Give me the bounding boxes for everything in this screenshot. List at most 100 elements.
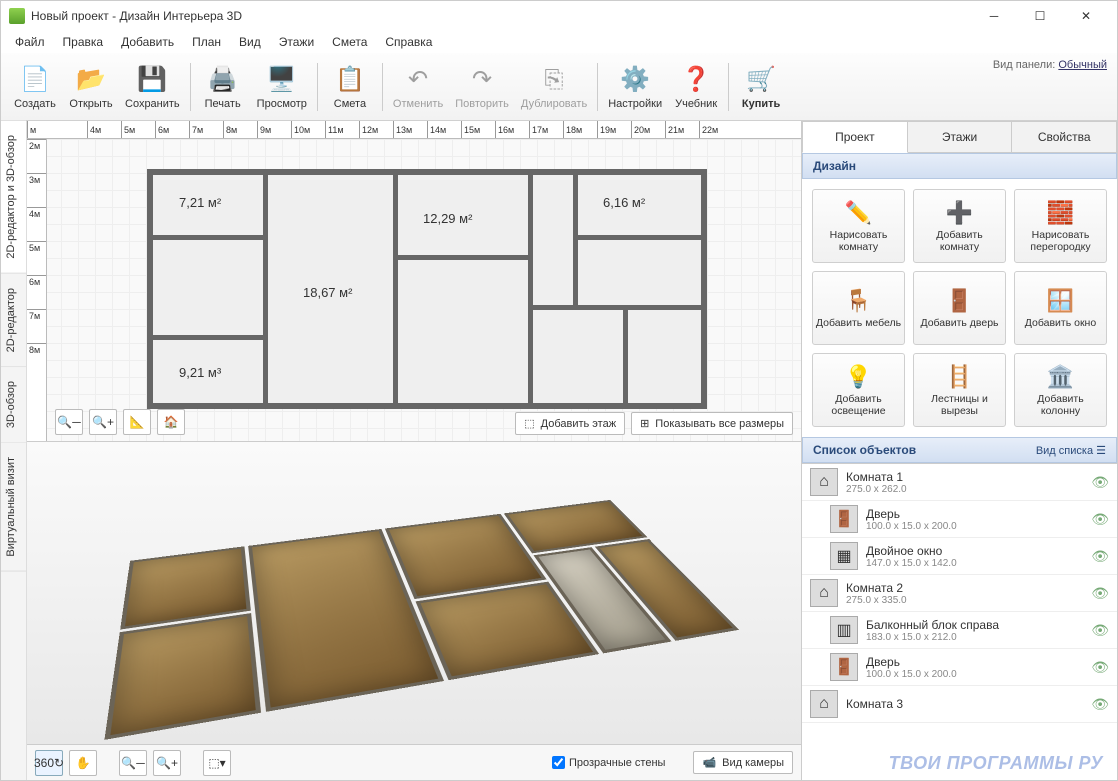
redo-icon: ↷: [466, 64, 498, 96]
settings-button[interactable]: ⚙️Настройки: [602, 57, 668, 117]
object-name: Дверь: [866, 507, 1083, 521]
zoom-in-3d-button[interactable]: 🔍+: [153, 750, 181, 776]
draw-room-button[interactable]: ✏️Нарисовать комнату: [812, 189, 905, 263]
view-3d[interactable]: [27, 441, 801, 744]
object-row[interactable]: ▦ Двойное окно 147.0 x 15.0 x 142.0 👁: [802, 538, 1117, 575]
notepad-icon: 📋: [334, 64, 366, 96]
object-dims: 100.0 x 15.0 x 200.0: [866, 521, 1083, 532]
object-row[interactable]: ⌂ Комната 3 👁: [802, 686, 1117, 723]
rotate360-button[interactable]: 360↻: [35, 750, 63, 776]
object-name: Комната 1: [846, 470, 1083, 484]
panel-mode: Вид панели: Обычный: [993, 59, 1107, 71]
object-row[interactable]: ⌂ Комната 2 275.0 x 335.0 👁: [802, 575, 1117, 612]
floor-select-button[interactable]: ⬚▾: [203, 750, 231, 776]
add-floor-button[interactable]: ⬚Добавить этаж: [515, 412, 625, 435]
add-column-button[interactable]: 🏛️Добавить колонну: [1014, 353, 1107, 427]
brick-icon: 🧱: [1047, 200, 1074, 226]
object-row[interactable]: 🚪 Дверь 100.0 x 15.0 x 200.0 👁: [802, 649, 1117, 686]
room-area-4: 6,16 м²: [603, 195, 645, 210]
workarea: 2D-редактор и 3D-обзор 2D-редактор 3D-об…: [1, 121, 1117, 780]
tutorial-button[interactable]: ❓Учебник: [668, 57, 724, 117]
tab-floors[interactable]: Этажи: [908, 121, 1013, 153]
camera-view-button[interactable]: 📹Вид камеры: [693, 751, 793, 774]
menu-plan[interactable]: План: [184, 33, 229, 51]
menu-view[interactable]: Вид: [231, 33, 269, 51]
undo-icon: ↶: [402, 64, 434, 96]
visibility-icon[interactable]: 👁: [1091, 622, 1109, 639]
undo-button[interactable]: ↶Отменить: [387, 57, 449, 117]
object-name: Комната 2: [846, 581, 1083, 595]
toolbar: 📄Создать 📂Открыть 💾Сохранить 🖨️Печать 🖥️…: [1, 53, 1117, 121]
print-button[interactable]: 🖨️Печать: [195, 57, 251, 117]
new-file-icon: 📄: [19, 64, 51, 96]
right-panel: Проект Этажи Свойства Дизайн ✏️Нарисоват…: [801, 121, 1117, 780]
visibility-icon[interactable]: 👁: [1091, 511, 1109, 528]
list-view-icon[interactable]: ☰: [1096, 445, 1106, 457]
menu-edit[interactable]: Правка: [55, 33, 112, 51]
menu-floors[interactable]: Этажи: [271, 33, 322, 51]
object-thumb-icon: ⌂: [810, 579, 838, 607]
object-thumb-icon: 🚪: [830, 653, 858, 681]
estimate-button[interactable]: 📋Смета: [322, 57, 378, 117]
visibility-icon[interactable]: 👁: [1091, 548, 1109, 565]
pan-button[interactable]: ✋: [69, 750, 97, 776]
tab-project[interactable]: Проект: [802, 121, 908, 153]
zoom-out-3d-button[interactable]: 🔍─: [119, 750, 147, 776]
preview-button[interactable]: 🖥️Просмотр: [251, 57, 313, 117]
visibility-icon[interactable]: 👁: [1091, 659, 1109, 676]
measure-button[interactable]: 📐: [123, 409, 151, 435]
cart-icon: 🛒: [745, 64, 777, 96]
object-thumb-icon: 🚪: [830, 505, 858, 533]
zoom-in-button[interactable]: 🔍+: [89, 409, 117, 435]
redo-button[interactable]: ↷Повторить: [449, 57, 515, 117]
duplicate-button[interactable]: ⎘Дублировать: [515, 57, 593, 117]
folder-open-icon: 📂: [75, 64, 107, 96]
room-area-3: 12,29 м²: [423, 211, 472, 226]
duplicate-icon: ⎘: [538, 64, 570, 96]
stairs-button[interactable]: 🪜Лестницы и вырезы: [913, 353, 1006, 427]
open-button[interactable]: 📂Открыть: [63, 57, 119, 117]
tab-props[interactable]: Свойства: [1012, 121, 1117, 153]
sidetab-3d[interactable]: 3D-обзор: [1, 367, 26, 443]
save-button[interactable]: 💾Сохранить: [119, 57, 186, 117]
object-row[interactable]: ⌂ Комната 1 275.0 x 262.0 👁: [802, 464, 1117, 501]
transparent-walls-checkbox[interactable]: Прозрачные стены: [552, 756, 665, 769]
visibility-icon[interactable]: 👁: [1091, 696, 1109, 713]
room-area-5: 9,21 м³: [179, 365, 221, 380]
minimize-button[interactable]: ─: [971, 1, 1017, 31]
menu-estimate[interactable]: Смета: [324, 33, 375, 51]
add-light-button[interactable]: 💡Добавить освещение: [812, 353, 905, 427]
create-button[interactable]: 📄Создать: [7, 57, 63, 117]
object-list[interactable]: ⌂ Комната 1 275.0 x 262.0 👁🚪 Дверь 100.0…: [802, 463, 1117, 780]
add-window-button[interactable]: 🪟Добавить окно: [1014, 271, 1107, 345]
window-icon: 🪟: [1047, 288, 1074, 314]
visibility-icon[interactable]: 👁: [1091, 474, 1109, 491]
right-tabs: Проект Этажи Свойства: [802, 121, 1117, 153]
object-row[interactable]: 🚪 Дверь 100.0 x 15.0 x 200.0 👁: [802, 501, 1117, 538]
stairs-icon: 🪜: [946, 364, 973, 390]
object-thumb-icon: ⌂: [810, 690, 838, 718]
visibility-icon[interactable]: 👁: [1091, 585, 1109, 602]
sidetab-virtual[interactable]: Виртуальный визит: [1, 443, 26, 572]
close-button[interactable]: ✕: [1063, 1, 1109, 31]
maximize-button[interactable]: ☐: [1017, 1, 1063, 31]
menu-file[interactable]: Файл: [7, 33, 53, 51]
sidetab-2d-3d[interactable]: 2D-редактор и 3D-обзор: [1, 121, 26, 274]
add-furniture-button[interactable]: 🪑Добавить мебель: [812, 271, 905, 345]
bulb-icon: 💡: [845, 364, 872, 390]
draw-partition-button[interactable]: 🧱Нарисовать перегородку: [1014, 189, 1107, 263]
menu-help[interactable]: Справка: [377, 33, 440, 51]
object-row[interactable]: ▥ Балконный блок справа 183.0 x 15.0 x 2…: [802, 612, 1117, 649]
menu-add[interactable]: Добавить: [113, 33, 182, 51]
add-door-button[interactable]: 🚪Добавить дверь: [913, 271, 1006, 345]
add-room-button[interactable]: ➕Добавить комнату: [913, 189, 1006, 263]
buy-button[interactable]: 🛒Купить: [733, 57, 789, 117]
sidetab-2d[interactable]: 2D-редактор: [1, 274, 26, 367]
object-dims: 275.0 x 262.0: [846, 484, 1083, 495]
zoom-out-button[interactable]: 🔍─: [55, 409, 83, 435]
floorplan[interactable]: 7,21 м² 18,67 м² 12,29 м² 6,16 м² 9,21 м…: [147, 169, 707, 409]
home-button[interactable]: 🏠: [157, 409, 185, 435]
show-dims-button[interactable]: ⊞Показывать все размеры: [631, 412, 793, 435]
view-2d[interactable]: 2м3м4м5м6м7м8м 7,21 м² 18,67 м² 12,29 м²…: [27, 139, 801, 441]
panel-mode-link[interactable]: Обычный: [1058, 59, 1107, 71]
